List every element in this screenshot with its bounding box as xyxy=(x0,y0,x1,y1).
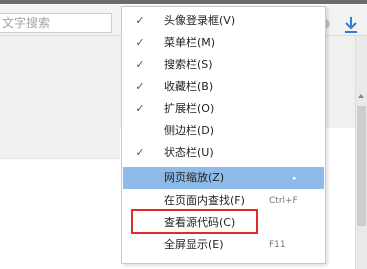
menu-item-label: 头像登录框(V) xyxy=(164,14,236,27)
menu-item-menubar[interactable]: ✓ 菜单栏(M) xyxy=(123,32,324,54)
submenu-arrow-icon: ▸ xyxy=(293,174,297,182)
page-content-panel xyxy=(0,128,120,159)
menu-item-statusbar[interactable]: ✓ 状态栏(U) xyxy=(123,142,324,164)
menu-item-fullscreen[interactable]: 全屏显示(E) F11 xyxy=(123,234,324,256)
menu-item-label: 全屏显示(E) xyxy=(164,238,224,251)
menu-item-extensions-bar[interactable]: ✓ 扩展栏(O) xyxy=(123,98,324,120)
menu-item-label: 侧边栏(D) xyxy=(164,124,215,137)
check-icon: ✓ xyxy=(135,146,145,159)
menu-item-page-zoom[interactable]: 网页缩放(Z) ▸ xyxy=(123,167,324,189)
check-icon: ✓ xyxy=(135,102,145,115)
shortcut-label: F11 xyxy=(269,240,286,250)
menu-item-label: 收藏栏(B) xyxy=(164,80,214,93)
menu-item-searchbar[interactable]: ✓ 搜索栏(S) xyxy=(123,54,324,76)
menu-item-favorites-bar[interactable]: ✓ 收藏栏(B) xyxy=(123,76,324,98)
check-icon: ✓ xyxy=(135,58,145,71)
menu-item-label: 扩展栏(O) xyxy=(164,102,215,115)
check-icon: ✓ xyxy=(135,14,145,27)
check-icon: ✓ xyxy=(135,80,145,93)
menu-item-avatar-login[interactable]: ✓ 头像登录框(V) xyxy=(123,10,324,32)
window-top-strip xyxy=(0,0,367,4)
menu-item-label: 菜单栏(M) xyxy=(164,36,216,49)
menu-item-sidebar[interactable]: 侧边栏(D) xyxy=(123,120,324,142)
check-icon: ✓ xyxy=(135,36,145,49)
scroll-up-arrow-icon[interactable] xyxy=(358,94,364,98)
annotation-highlight-box xyxy=(131,209,258,234)
vertical-scrollbar[interactable] xyxy=(355,36,367,269)
download-icon[interactable] xyxy=(342,15,360,35)
menu-item-label: 网页缩放(Z) xyxy=(164,171,225,184)
menu-item-label: 搜索栏(S) xyxy=(164,58,213,71)
scrollbar-thumb[interactable] xyxy=(357,106,366,226)
shortcut-label: Ctrl+F xyxy=(269,196,298,206)
search-input[interactable]: 文字搜索 xyxy=(0,13,112,33)
menu-item-label: 状态栏(U) xyxy=(164,146,214,159)
